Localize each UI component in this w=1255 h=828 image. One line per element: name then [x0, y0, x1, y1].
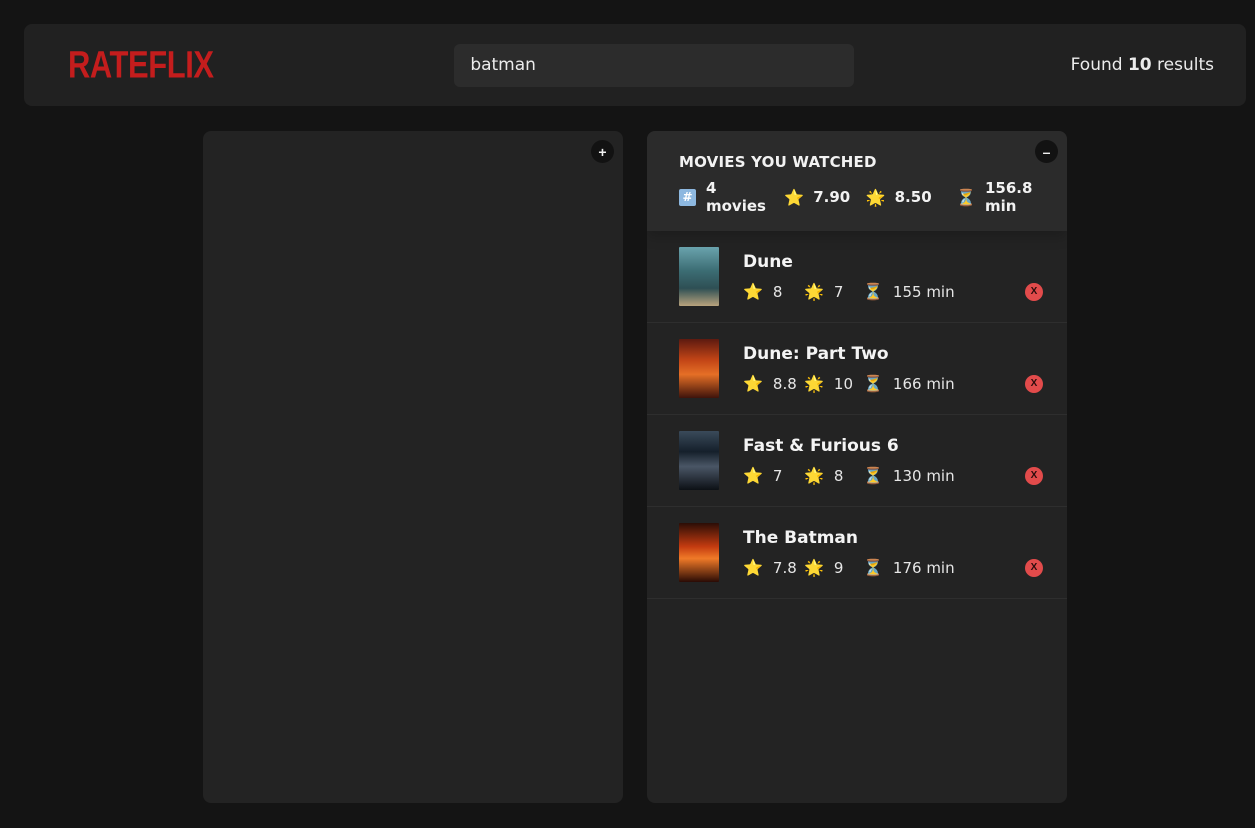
glowing-star-icon: 🌟	[804, 374, 824, 393]
movie-title: The Batman	[743, 528, 858, 548]
remove-movie-button[interactable]: X	[1025, 375, 1043, 393]
movie-runtime: 155 min	[892, 282, 955, 301]
summary-movie-count: # 4 movies	[679, 179, 784, 215]
movie-poster	[679, 523, 719, 582]
glowing-star-icon: 🌟	[865, 187, 886, 207]
results-number: 10	[1127, 55, 1152, 75]
summary-user-value: 8.50	[894, 188, 932, 206]
movie-poster	[679, 339, 719, 398]
search-results-box	[203, 131, 623, 803]
movie-title: Dune	[743, 252, 793, 272]
remove-movie-button[interactable]: X	[1025, 467, 1043, 485]
watched-movie-item[interactable]: Dune ⭐️ 8 🌟 7 ⏳ 155 min X	[647, 231, 1067, 323]
results-suffix: results	[1157, 55, 1214, 75]
results-count: Found 10 results	[1071, 55, 1214, 75]
remove-movie-button[interactable]: X	[1025, 559, 1043, 577]
star-icon: ⭐️	[743, 282, 763, 301]
app-logo[interactable]: RATEFLIX	[68, 43, 214, 87]
hourglass-icon: ⏳	[863, 374, 883, 393]
movie-imdb-rating: 7.8	[772, 558, 797, 577]
summary-count-label: movies	[706, 197, 766, 215]
hourglass-icon: ⏳	[863, 282, 883, 301]
summary-user-rating: 🌟 8.50	[866, 188, 956, 207]
remove-movie-button[interactable]: X	[1025, 283, 1043, 301]
summary-imdb-rating: ⭐️ 7.90	[784, 188, 865, 207]
watched-movie-item[interactable]: The Batman ⭐️ 7.8 🌟 9 ⏳ 176 min X	[647, 507, 1067, 599]
watched-box: Movies you watched # 4 movies ⭐️ 7.90 🌟 …	[647, 131, 1067, 803]
movie-user-rating: 9	[833, 558, 844, 577]
star-icon: ⭐️	[743, 466, 763, 485]
movie-imdb-rating: 8	[772, 282, 783, 301]
summary-count-number: 4	[706, 179, 717, 197]
summary-runtime-number: 156.8	[985, 179, 1033, 197]
glowing-star-icon: 🌟	[804, 282, 824, 301]
movie-poster	[679, 247, 719, 306]
results-prefix: Found	[1070, 55, 1123, 75]
movie-user-rating: 8	[833, 466, 844, 485]
watched-list: Dune ⭐️ 8 🌟 7 ⏳ 155 min X Dune: Part Two ⭐️…	[647, 231, 1067, 599]
hourglass-icon: ⏳	[956, 187, 976, 207]
navbar: RATEFLIX Found 10 results	[24, 24, 1246, 106]
movie-poster	[679, 431, 719, 490]
watched-movie-item[interactable]: Fast & Furious 6 ⭐️ 7 🌟 8 ⏳ 130 min X	[647, 415, 1067, 507]
movie-imdb-rating: 7	[772, 466, 783, 485]
movie-runtime: 176 min	[892, 558, 955, 577]
glowing-star-icon: 🌟	[804, 558, 824, 577]
toggle-results-button[interactable]: +	[591, 140, 614, 163]
movie-user-rating: 10	[833, 374, 854, 393]
hash-icon: #	[679, 188, 696, 206]
star-icon: ⭐️	[743, 374, 763, 393]
movie-runtime: 166 min	[892, 374, 955, 393]
movie-user-rating: 7	[833, 282, 844, 301]
watched-summary: Movies you watched # 4 movies ⭐️ 7.90 🌟 …	[647, 131, 1067, 231]
summary-title: Movies you watched	[679, 153, 877, 171]
hourglass-icon: ⏳	[863, 466, 883, 485]
movie-runtime: 130 min	[892, 466, 955, 485]
movie-imdb-rating: 8.8	[772, 374, 797, 393]
movie-title: Fast & Furious 6	[743, 436, 899, 456]
summary-imdb-value: 7.90	[813, 188, 851, 206]
search-input[interactable]	[454, 43, 855, 87]
watched-movie-item[interactable]: Dune: Part Two ⭐️ 8.8 🌟 10 ⏳ 166 min X	[647, 323, 1067, 415]
star-icon: ⭐️	[784, 187, 805, 207]
summary-runtime: ⏳ 156.8 min	[956, 179, 1035, 215]
summary-runtime-unit: min	[985, 197, 1017, 215]
toggle-watched-button[interactable]: –	[1035, 140, 1058, 163]
summary-stats: # 4 movies ⭐️ 7.90 🌟 8.50 ⏳ 156.8 min	[679, 179, 1035, 215]
star-icon: ⭐️	[743, 558, 763, 577]
movie-title: Dune: Part Two	[743, 344, 889, 364]
hourglass-icon: ⏳	[863, 558, 883, 577]
glowing-star-icon: 🌟	[804, 466, 824, 485]
